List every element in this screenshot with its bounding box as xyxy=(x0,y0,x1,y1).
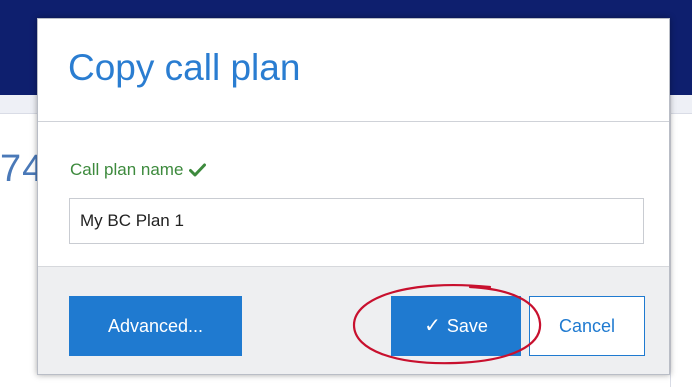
app-divider xyxy=(670,95,671,387)
dialog-footer: Advanced... ✓ Save Cancel xyxy=(38,266,669,374)
cancel-button[interactable]: Cancel xyxy=(529,296,645,356)
dialog-body: Call plan name xyxy=(38,122,669,266)
call-plan-name-label-row: Call plan name xyxy=(70,160,207,180)
checkmark-icon: ✓ xyxy=(424,315,441,337)
copy-call-plan-dialog: Copy call plan Call plan name Advanced..… xyxy=(37,18,670,375)
advanced-button-label: Advanced... xyxy=(107,315,204,336)
checkmark-icon xyxy=(189,163,207,177)
call-plan-name-label: Call plan name xyxy=(70,160,184,179)
background-partial-text: 74 xyxy=(0,148,40,190)
call-plan-name-input[interactable] xyxy=(69,198,644,244)
save-button[interactable]: ✓ Save xyxy=(391,296,521,356)
save-button-label: Save xyxy=(446,315,488,336)
advanced-button[interactable]: Advanced... xyxy=(69,296,242,356)
dialog-header: Copy call plan xyxy=(38,19,669,122)
dialog-title: Copy call plan xyxy=(68,47,301,88)
cancel-button-label: Cancel xyxy=(558,315,616,336)
